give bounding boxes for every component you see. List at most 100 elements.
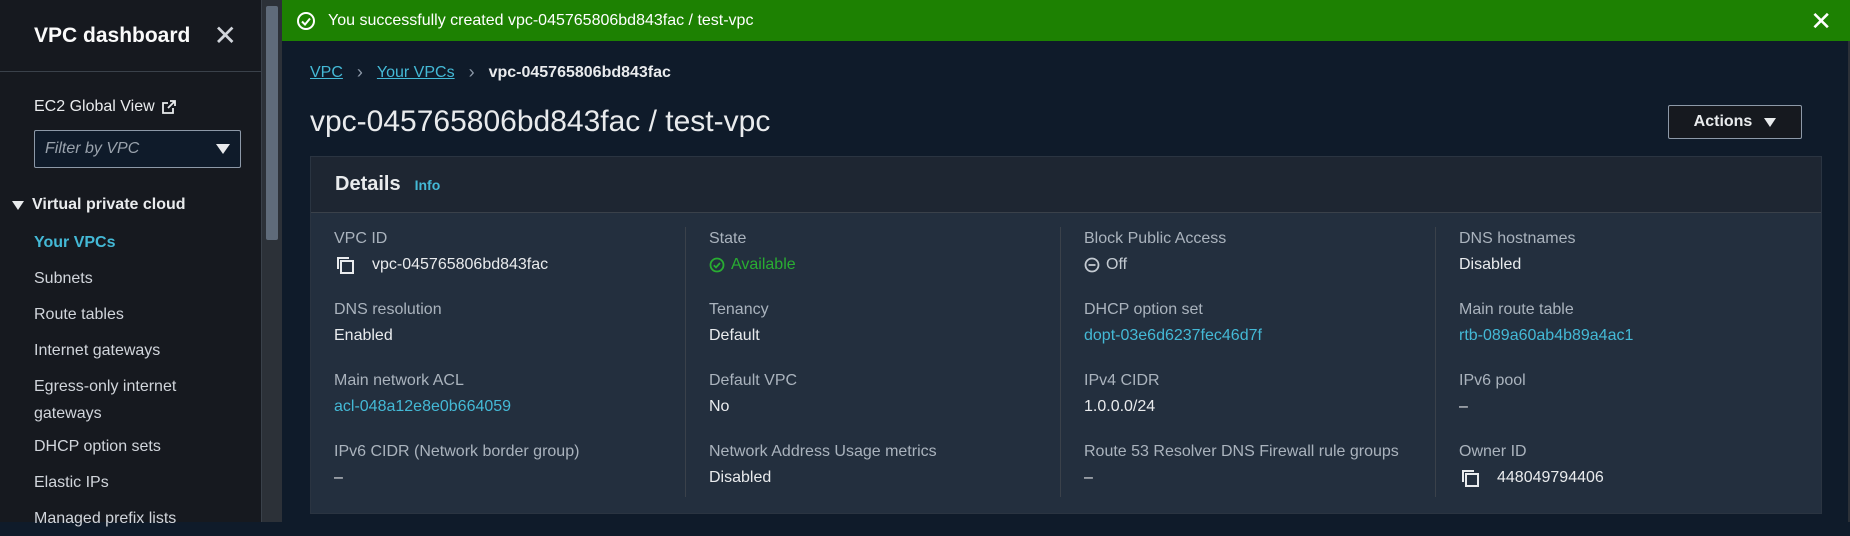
dhcp-option-set-link[interactable]: dopt-03e6d6237fec46d7f bbox=[1084, 322, 1435, 349]
chevron-right-icon: › bbox=[356, 62, 363, 82]
actions-label: Actions bbox=[1693, 113, 1753, 130]
field-value: 1.0.0.0/24 bbox=[1084, 398, 1156, 415]
ec2-global-view-link[interactable]: EC2 Global View bbox=[34, 98, 261, 116]
state-value: Available bbox=[731, 256, 796, 273]
dismiss-flash-icon[interactable]: ✕ bbox=[1810, 8, 1832, 34]
filter-by-vpc-input[interactable] bbox=[45, 140, 205, 158]
external-link-icon bbox=[161, 100, 176, 114]
section-virtual-private-cloud[interactable]: Virtual private cloud bbox=[12, 196, 261, 214]
caret-down-icon bbox=[12, 200, 24, 210]
info-link[interactable]: Info bbox=[415, 177, 441, 193]
details-column: DNS hostnames Disabled Main route table … bbox=[1436, 227, 1811, 497]
field-owner-id: Owner ID 448049794406 bbox=[1459, 440, 1811, 511]
field-value: Disabled bbox=[1459, 256, 1522, 273]
details-column: Block Public Access Off DHCP option set … bbox=[1061, 227, 1436, 497]
ec2-global-view-label: EC2 Global View bbox=[34, 98, 155, 115]
details-column: VPC ID vpc-045765806bd843fac DNS resolut… bbox=[311, 227, 686, 497]
field-label: VPC ID bbox=[334, 230, 388, 247]
chevron-right-icon: › bbox=[468, 62, 475, 82]
field-block-public-access: Block Public Access Off bbox=[1084, 227, 1435, 298]
breadcrumb-current: vpc-045765806bd843fac bbox=[488, 63, 671, 81]
breadcrumb-your-vpcs[interactable]: Your VPCs bbox=[377, 64, 455, 82]
field-dhcp-option-set: DHCP option set dopt-03e6d6237fec46d7f bbox=[1084, 298, 1435, 369]
field-value: Enabled bbox=[334, 327, 393, 344]
field-state: State Available bbox=[709, 227, 1060, 298]
field-ipv6-pool: IPv6 pool – bbox=[1459, 369, 1811, 440]
details-grid: VPC ID vpc-045765806bd843fac DNS resolut… bbox=[311, 213, 1821, 497]
actions-button[interactable]: Actions bbox=[1668, 105, 1802, 139]
field-label: DNS resolution bbox=[334, 301, 442, 318]
field-label: IPv4 CIDR bbox=[1084, 372, 1160, 389]
details-title: Details bbox=[335, 173, 401, 195]
sidebar-scrollbar[interactable] bbox=[262, 0, 282, 522]
sidebar-item-internet-gateways[interactable]: Internet gateways bbox=[0, 332, 261, 368]
field-ipv6-cidr: IPv6 CIDR (Network border group) – bbox=[334, 440, 685, 511]
filter-by-vpc-select[interactable] bbox=[34, 130, 241, 168]
sidebar-header: VPC dashboard ✕ bbox=[0, 0, 261, 72]
section-label: Virtual private cloud bbox=[32, 196, 186, 213]
field-label: Default VPC bbox=[709, 372, 798, 389]
breadcrumb: VPC › Your VPCs › vpc-045765806bd843fac bbox=[310, 62, 1822, 83]
off-status-icon bbox=[1084, 257, 1100, 272]
field-dns-resolution: DNS resolution Enabled bbox=[334, 298, 685, 369]
vpc-id-value: vpc-045765806bd843fac bbox=[372, 256, 549, 273]
field-default-vpc: Default VPC No bbox=[709, 369, 1060, 440]
field-value: Default bbox=[709, 327, 760, 344]
sidebar-nav: Your VPCs Subnets Route tables Internet … bbox=[0, 224, 261, 536]
field-value: – bbox=[334, 469, 343, 486]
field-main-network-acl: Main network ACL acl-048a12e8e0b664059 bbox=[334, 369, 685, 440]
sidebar-item-subnets[interactable]: Subnets bbox=[0, 260, 261, 296]
field-route53-resolver-dns-firewall: Route 53 Resolver DNS Firewall rule grou… bbox=[1084, 440, 1435, 511]
main-content: VPC › Your VPCs › vpc-045765806bd843fac … bbox=[310, 41, 1822, 514]
field-network-address-usage-metrics: Network Address Usage metrics Disabled bbox=[709, 440, 1060, 511]
field-label: IPv6 pool bbox=[1459, 372, 1526, 389]
details-header: Details Info bbox=[311, 157, 1821, 213]
scrollbar-thumb[interactable] bbox=[266, 6, 278, 240]
page-title: vpc-045765806bd843fac / test-vpc bbox=[310, 105, 771, 138]
sidebar-item-route-tables[interactable]: Route tables bbox=[0, 296, 261, 332]
field-main-route-table: Main route table rtb-089a60ab4b89a4ac1 bbox=[1459, 298, 1811, 369]
field-label: Main network ACL bbox=[334, 372, 464, 389]
field-value: – bbox=[1084, 469, 1093, 486]
details-column: State Available Tenancy Default Default … bbox=[686, 227, 1061, 497]
title-row: vpc-045765806bd843fac / test-vpc Actions bbox=[310, 105, 1822, 139]
field-label: Main route table bbox=[1459, 301, 1574, 318]
success-check-icon bbox=[709, 257, 725, 272]
copy-icon[interactable] bbox=[334, 254, 356, 276]
field-value: Off bbox=[1084, 251, 1435, 278]
field-value: Available bbox=[709, 251, 1060, 278]
breadcrumb-vpc[interactable]: VPC bbox=[310, 64, 343, 82]
flash-message: You successfully created vpc-045765806bd… bbox=[328, 11, 754, 29]
block-public-access-value: Off bbox=[1106, 256, 1128, 273]
sidebar: VPC dashboard ✕ EC2 Global View Virtual … bbox=[0, 0, 262, 527]
close-sidebar-icon[interactable]: ✕ bbox=[214, 21, 237, 50]
field-value: vpc-045765806bd843fac bbox=[334, 251, 685, 278]
field-value: No bbox=[709, 398, 730, 415]
sidebar-item-elastic-ips[interactable]: Elastic IPs bbox=[0, 464, 261, 500]
chevron-down-icon bbox=[216, 144, 230, 154]
main-route-table-link[interactable]: rtb-089a60ab4b89a4ac1 bbox=[1459, 322, 1811, 349]
field-label: DNS hostnames bbox=[1459, 230, 1576, 247]
sidebar-item-managed-prefix-lists[interactable]: Managed prefix lists bbox=[0, 500, 261, 536]
field-value: – bbox=[1459, 398, 1468, 415]
field-value: Disabled bbox=[709, 469, 772, 486]
sidebar-item-egress-only-internet-gateways[interactable]: Egress-only internet gateways bbox=[0, 368, 200, 428]
sidebar-item-your-vpcs[interactable]: Your VPCs bbox=[0, 224, 261, 260]
field-dns-hostnames: DNS hostnames Disabled bbox=[1459, 227, 1811, 298]
field-label: IPv6 CIDR (Network border group) bbox=[334, 443, 580, 460]
owner-id-value: 448049794406 bbox=[1497, 469, 1604, 486]
field-value: 448049794406 bbox=[1459, 464, 1811, 491]
field-vpc-id: VPC ID vpc-045765806bd843fac bbox=[334, 227, 685, 298]
sidebar-item-dhcp-option-sets[interactable]: DHCP option sets bbox=[0, 428, 261, 464]
copy-icon[interactable] bbox=[1459, 467, 1481, 489]
field-label: Route 53 Resolver DNS Firewall rule grou… bbox=[1084, 443, 1399, 460]
field-ipv4-cidr: IPv4 CIDR 1.0.0.0/24 bbox=[1084, 369, 1435, 440]
field-label: Network Address Usage metrics bbox=[709, 443, 937, 460]
success-flashbar: You successfully created vpc-045765806bd… bbox=[282, 0, 1850, 41]
sidebar-title[interactable]: VPC dashboard bbox=[34, 24, 190, 48]
main-network-acl-link[interactable]: acl-048a12e8e0b664059 bbox=[334, 393, 685, 420]
field-label: State bbox=[709, 230, 747, 247]
field-label: Owner ID bbox=[1459, 443, 1527, 460]
field-label: DHCP option set bbox=[1084, 301, 1203, 318]
field-label: Tenancy bbox=[709, 301, 769, 318]
